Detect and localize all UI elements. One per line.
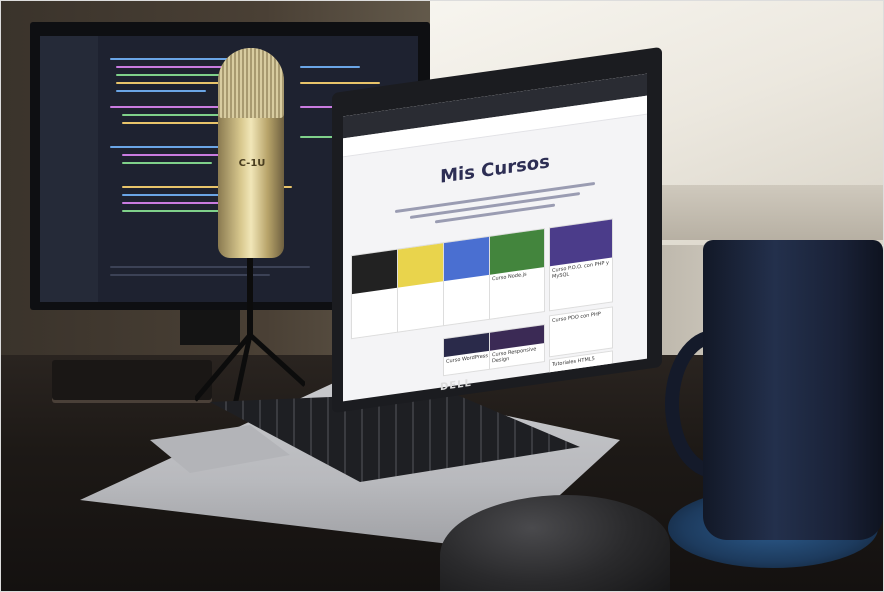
- coffee-mug: [703, 240, 883, 540]
- editor-sidebar: [40, 36, 98, 302]
- course-card[interactable]: Curso Responsive Design: [489, 323, 545, 370]
- notebook: [52, 360, 212, 400]
- course-card[interactable]: Curso Node.js: [489, 227, 545, 320]
- laptop-screen: Mis Cursos Curso Node.js Curso P.O.O. co…: [343, 73, 647, 402]
- photo-scene: C-1U Mis Cursos Curso Node.js Curso P.O.…: [0, 0, 884, 592]
- condenser-microphone: C-1U: [218, 48, 284, 258]
- course-card[interactable]: Curso PDO con PHP: [549, 306, 613, 358]
- mic-label: C-1U: [238, 158, 266, 169]
- window-sill: [640, 185, 884, 240]
- mic-tripod: [195, 255, 305, 405]
- course-card[interactable]: Curso P.O.O. con PHP y MySQL: [549, 218, 613, 312]
- mic-grill: [218, 48, 284, 118]
